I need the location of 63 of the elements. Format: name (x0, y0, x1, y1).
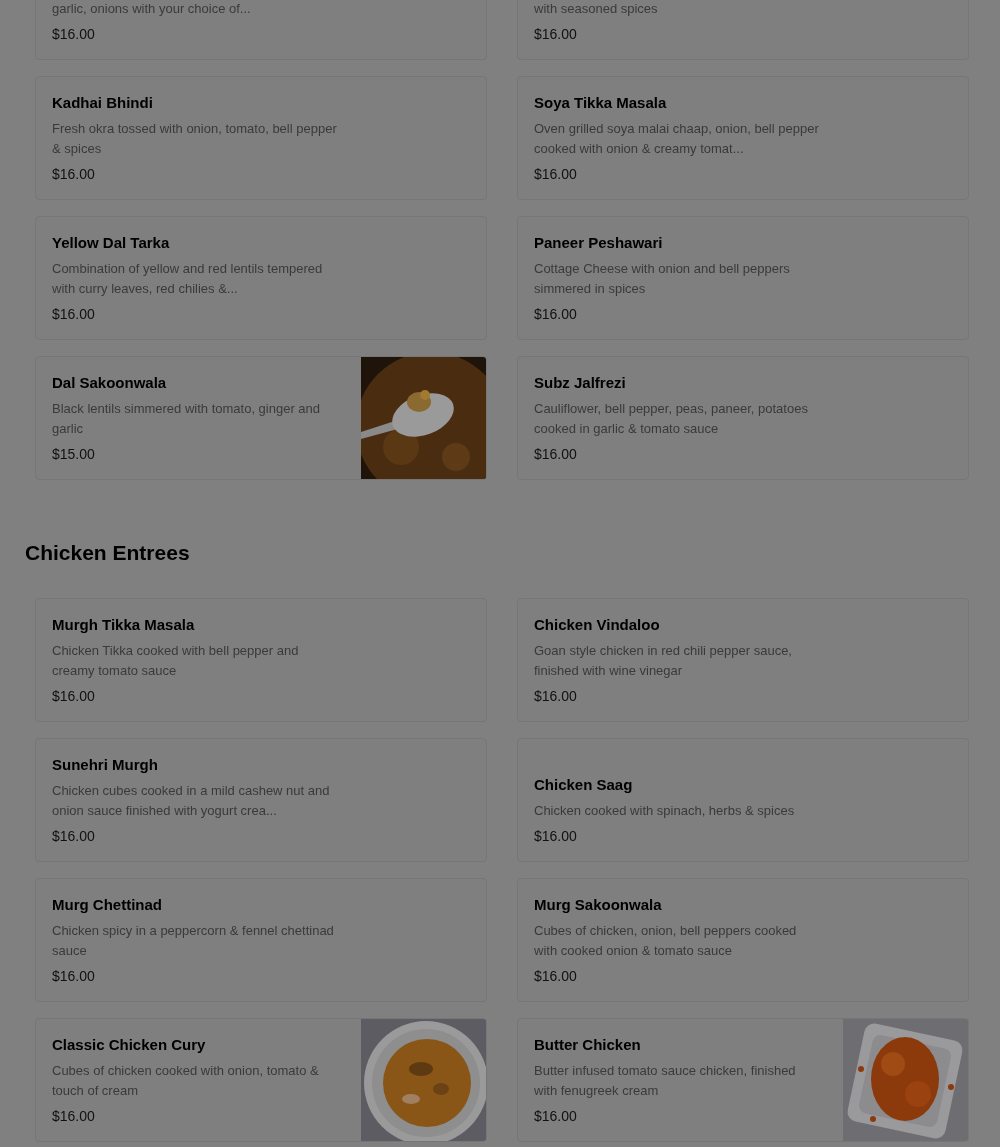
menu-item-card[interactable]: Paneer Peshawari Cottage Cheese with onion and bell peppers simmered in spices $16.00 (517, 216, 969, 340)
item-description: with seasoned spices (534, 0, 659, 18)
item-description: Cottage Cheese with onion and bell peppers simmered in spices (534, 260, 791, 298)
item-description: Cauliflower, bell pepper, peas, paneer, potatoes cooked in garlic & tomato sauce (534, 400, 809, 438)
item-description: Chicken spicy in a peppercorn & fennel chettinad sauce (52, 922, 335, 960)
menu-item-card[interactable]: Murgh Tikka Masala Chicken Tikka cooked with bell pepper and creamy tomato sauce $16.00 (35, 598, 487, 722)
menu-item-card[interactable]: Kadhai Bhindi Fresh okra tossed with onion, tomato, bell pepper & spices $16.00 (35, 76, 487, 200)
item-price: $16.00 (52, 165, 96, 184)
menu-item-card[interactable]: with seasoned spices $16.00 (517, 0, 969, 60)
section-heading: Chicken Entrees (25, 540, 191, 566)
item-price: $16.00 (52, 827, 96, 846)
item-price: $16.00 (534, 165, 578, 184)
item-name: Murgh Tikka Masala (52, 615, 196, 635)
item-description: Oven grilled soya malai chaap, onion, bell pepper cooked with onion & creamy tomat... (534, 120, 819, 158)
menu-item-card[interactable]: Chicken Vindaloo Goan style chicken in red chili pepper sauce, finished with wine vinegar $16.00 (517, 598, 969, 722)
item-description: Goan style chicken in red chili pepper sauce, finished with wine vinegar (534, 642, 793, 680)
menu-item-card[interactable]: Yellow Dal Tarka Combination of yellow and red lentils tempered with curry leaves, red chilies &... $16.00 (35, 216, 487, 340)
item-name: Paneer Peshawari (534, 233, 664, 253)
item-name: Murg Sakoonwala (534, 895, 663, 915)
menu-item-card[interactable]: Dal Sakoonwala Black lentils simmered with tomato, ginger and garlic $15.00 (35, 356, 487, 480)
item-name: Chicken Vindaloo (534, 615, 661, 635)
item-description: garlic, onions with your choice of... (52, 0, 252, 18)
item-price: $15.00 (52, 445, 96, 464)
item-description: Combination of yellow and red lentils tempered with curry leaves, red chilies &... (52, 260, 324, 298)
item-description: Butter infused tomato sauce chicken, finished with fenugreek cream (534, 1062, 797, 1100)
menu-item-card[interactable]: Classic Chicken Cury Cubes of chicken cooked with onion, tomato & touch of cream $16.00 (35, 1018, 487, 1142)
item-name: Sunehri Murgh (52, 755, 159, 775)
item-name: Murg Chettinad (52, 895, 163, 915)
item-name: Subz Jalfrezi (534, 373, 627, 393)
item-price: $16.00 (534, 687, 578, 706)
item-price: $16.00 (534, 827, 578, 846)
menu-item-card[interactable]: garlic, onions with your choice of... $16.00 (35, 0, 487, 60)
item-name: Classic Chicken Cury (52, 1035, 207, 1055)
item-price: $16.00 (52, 967, 96, 986)
item-name: Yellow Dal Tarka (52, 233, 171, 253)
item-name: Chicken Saag (534, 775, 634, 795)
menu-item-card[interactable]: Murg Chettinad Chicken spicy in a peppercorn & fennel chettinad sauce $16.00 (35, 878, 487, 1002)
item-price: $16.00 (534, 445, 578, 464)
item-description: Fresh okra tossed with onion, tomato, bell pepper & spices (52, 120, 337, 158)
item-name: Butter Chicken (534, 1035, 642, 1055)
menu-item-card[interactable]: Chicken Saag Chicken cooked with spinach, herbs & spices $16.00 (517, 738, 969, 862)
item-price: $16.00 (534, 1107, 578, 1126)
menu-item-card[interactable]: Butter Chicken Butter infused tomato sauce chicken, finished with fenugreek cream $16.00 (517, 1018, 969, 1142)
item-name: Kadhai Bhindi (52, 93, 154, 113)
item-price: $16.00 (534, 25, 578, 44)
item-price: $16.00 (52, 305, 96, 324)
item-description: Chicken Tikka cooked with bell pepper and creamy tomato sauce (52, 642, 300, 680)
item-price: $16.00 (52, 1107, 96, 1126)
menu-item-card[interactable]: Sunehri Murgh Chicken cubes cooked in a mild cashew nut and onion sauce finished with yogurt crea... $16.00 (35, 738, 487, 862)
item-description: Cubes of chicken cooked with onion, tomato & touch of cream (52, 1062, 320, 1100)
menu-item-card[interactable]: Soya Tikka Masala Oven grilled soya malai chaap, onion, bell pepper cooked with onion & creamy tomat... $16.00 (517, 76, 969, 200)
item-description: Chicken cubes cooked in a mild cashew nut and onion sauce finished with yogurt crea... (52, 782, 331, 820)
menu-item-card[interactable]: Subz Jalfrezi Cauliflower, bell pepper, peas, paneer, potatoes cooked in garlic & tomato sauce $16.00 (517, 356, 969, 480)
item-name: Soya Tikka Masala (534, 93, 668, 113)
menu-item-card[interactable]: Murg Sakoonwala Cubes of chicken, onion, bell peppers cooked with cooked onion & tomato sauce $16.00 (517, 878, 969, 1002)
item-description: Cubes of chicken, onion, bell peppers cooked with cooked onion & tomato sauce (534, 922, 798, 960)
item-price: $16.00 (52, 687, 96, 706)
item-description: Black lentils simmered with tomato, ginger and garlic (52, 400, 322, 438)
item-price: $16.00 (534, 967, 578, 986)
item-price: $16.00 (534, 305, 578, 324)
item-description: Chicken cooked with spinach, herbs & spices (534, 802, 796, 820)
item-price: $16.00 (52, 25, 96, 44)
item-name: Dal Sakoonwala (52, 373, 168, 393)
